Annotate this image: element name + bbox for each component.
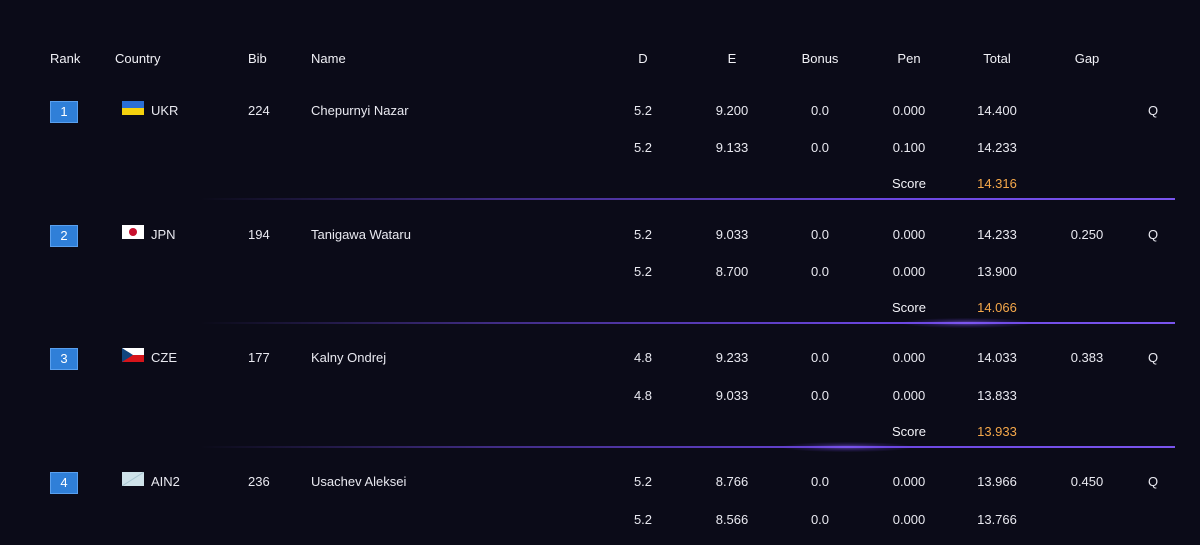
e-score: 9.033: [715, 227, 749, 242]
rank-badge: 4: [50, 472, 78, 494]
e-score: 9.033: [715, 388, 749, 403]
czechia-flag-icon: [122, 348, 144, 362]
score-row: Score 14.066: [0, 298, 1200, 318]
bib: 224: [248, 103, 270, 118]
final-score: 14.316: [977, 176, 1017, 191]
e-score: 9.200: [715, 103, 749, 118]
d-score: 5.2: [633, 512, 653, 527]
country-code: CZE: [151, 350, 177, 365]
japan-flag-icon: [122, 225, 144, 239]
bonus: 0.0: [810, 474, 830, 489]
bonus: 0.0: [810, 103, 830, 118]
header-rank[interactable]: Rank: [50, 49, 80, 69]
penalty: 0.000: [892, 512, 926, 527]
e-score: 9.133: [715, 140, 749, 155]
table-row[interactable]: 3 CZE 177 Kalny Ondrej 4.8 9.233 0.0 0.0…: [0, 348, 1200, 370]
table-row[interactable]: 2 JPN 194 Tanigawa Wataru 5.2 9.033 0.0 …: [0, 225, 1200, 247]
bonus: 0.0: [810, 227, 830, 242]
score-row: Score 14.316: [0, 174, 1200, 194]
qualified-marker: Q: [1148, 103, 1159, 118]
bonus: 0.0: [810, 512, 830, 527]
penalty: 0.000: [892, 227, 926, 242]
athlete-name[interactable]: Chepurnyi Nazar: [311, 101, 409, 121]
bonus: 0.0: [810, 388, 830, 403]
final-score: 13.933: [977, 424, 1017, 439]
row-divider: [200, 198, 1175, 200]
score-label: Score: [892, 424, 926, 439]
header-bib[interactable]: Bib: [248, 49, 267, 69]
e-score: 9.233: [715, 350, 749, 365]
ain-flag-icon: [122, 472, 144, 486]
row-divider: [200, 446, 1175, 448]
score-label: Score: [892, 176, 926, 191]
total: 13.833: [977, 388, 1017, 403]
rank-badge: 1: [50, 101, 78, 123]
bib: 177: [248, 350, 270, 365]
rank-badge: 3: [50, 348, 78, 370]
final-score: 14.066: [977, 300, 1017, 315]
header-total[interactable]: Total: [967, 49, 1027, 69]
rank-badge: 2: [50, 225, 78, 247]
header-pen[interactable]: Pen: [879, 49, 939, 69]
d-score: 5.2: [633, 264, 653, 279]
score-label: Score: [892, 300, 926, 315]
table-header: Rank Country Bib Name D E Bonus Pen Tota…: [0, 49, 1200, 69]
bib: 194: [248, 227, 270, 242]
e-score: 8.766: [715, 474, 749, 489]
athlete-name[interactable]: Usachev Aleksei: [311, 472, 406, 492]
header-d[interactable]: D: [613, 49, 673, 69]
table-subrow: 5.2 8.700 0.0 0.000 13.900: [0, 262, 1200, 282]
qualified-marker: Q: [1148, 474, 1159, 489]
d-score: 5.2: [633, 103, 653, 118]
total: 14.400: [977, 103, 1017, 118]
divider-glow: [902, 318, 1032, 328]
gap: 0.383: [1070, 350, 1104, 365]
ukraine-flag-icon: [122, 101, 144, 115]
penalty: 0.000: [892, 350, 926, 365]
table-row[interactable]: 4 AIN2 236 Usachev Aleksei 5.2 8.766 0.0…: [0, 472, 1200, 494]
penalty: 0.100: [892, 140, 926, 155]
header-country[interactable]: Country: [115, 49, 161, 69]
penalty: 0.000: [892, 264, 926, 279]
d-score: 4.8: [633, 350, 653, 365]
score-row: Score 13.933: [0, 422, 1200, 442]
table-subrow: 5.2 8.566 0.0 0.000 13.766: [0, 510, 1200, 530]
qualified-marker: Q: [1148, 227, 1159, 242]
d-score: 5.2: [633, 227, 653, 242]
bonus: 0.0: [810, 264, 830, 279]
penalty: 0.000: [892, 474, 926, 489]
bib: 236: [248, 474, 270, 489]
e-score: 8.700: [715, 264, 749, 279]
table-subrow: 5.2 9.133 0.0 0.100 14.233: [0, 138, 1200, 158]
total: 13.900: [977, 264, 1017, 279]
total: 13.966: [977, 474, 1017, 489]
penalty: 0.000: [892, 388, 926, 403]
table-subrow: 4.8 9.033 0.0 0.000 13.833: [0, 386, 1200, 406]
divider-glow: [782, 442, 912, 452]
gap: 0.450: [1070, 474, 1104, 489]
e-score: 8.566: [715, 512, 749, 527]
penalty: 0.000: [892, 103, 926, 118]
header-gap[interactable]: Gap: [1057, 49, 1117, 69]
bonus: 0.0: [810, 140, 830, 155]
qualified-marker: Q: [1148, 350, 1159, 365]
d-score: 5.2: [633, 140, 653, 155]
country-code: AIN2: [151, 474, 180, 489]
bonus: 0.0: [810, 350, 830, 365]
total: 13.766: [977, 512, 1017, 527]
country-code: UKR: [151, 103, 179, 118]
total: 14.033: [977, 350, 1017, 365]
header-name[interactable]: Name: [311, 49, 346, 69]
total: 14.233: [977, 140, 1017, 155]
athlete-name[interactable]: Tanigawa Wataru: [311, 225, 411, 245]
gap: 0.250: [1070, 227, 1104, 242]
athlete-name[interactable]: Kalny Ondrej: [311, 348, 386, 368]
header-bonus[interactable]: Bonus: [790, 49, 850, 69]
total: 14.233: [977, 227, 1017, 242]
table-row[interactable]: 1 UKR 224 Chepurnyi Nazar 5.2 9.200 0.0 …: [0, 101, 1200, 123]
country-code: JPN: [151, 227, 176, 242]
d-score: 5.2: [633, 474, 653, 489]
header-e[interactable]: E: [702, 49, 762, 69]
d-score: 4.8: [633, 388, 653, 403]
